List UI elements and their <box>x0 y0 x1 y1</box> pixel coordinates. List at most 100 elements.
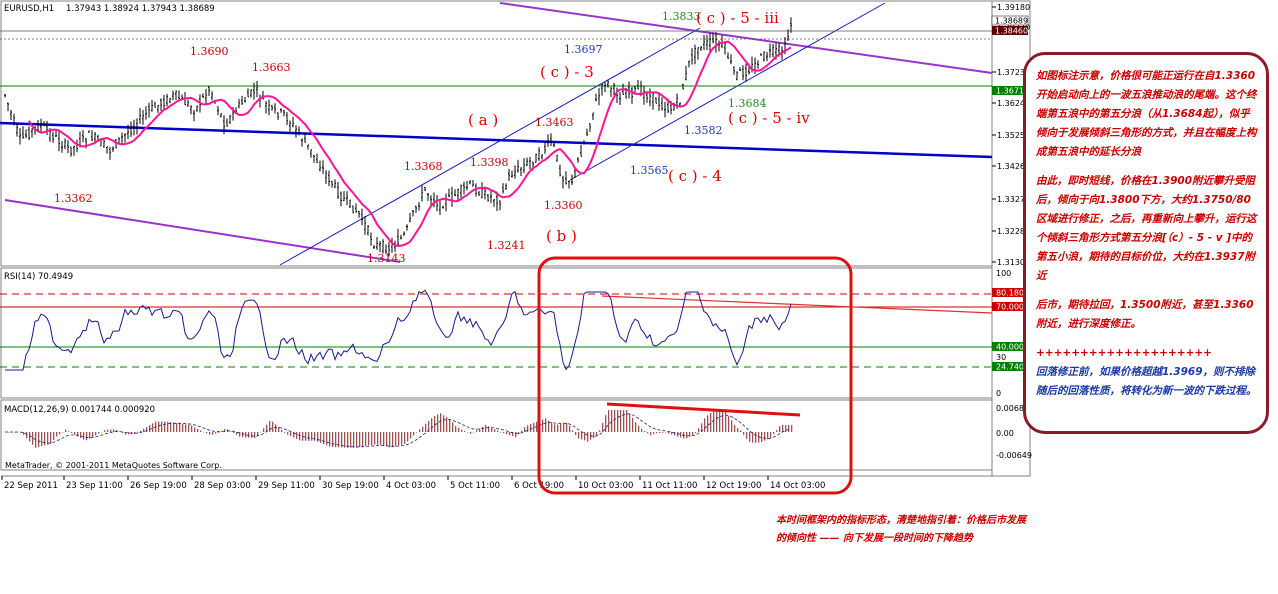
macd-bar <box>761 432 763 443</box>
macd-bar <box>281 430 283 432</box>
macd-bar <box>635 422 637 432</box>
macd-bar <box>149 425 151 432</box>
macd-bar <box>365 432 367 446</box>
price-panel <box>0 0 993 267</box>
macd-bar <box>461 429 463 432</box>
macd-bar <box>53 432 55 440</box>
macd-bar <box>647 432 649 434</box>
macd-bar <box>29 432 31 442</box>
macd-bar <box>101 431 103 433</box>
macd-bar <box>329 432 331 447</box>
macd-bar <box>644 430 646 432</box>
macd-bar <box>680 432 682 438</box>
macd-bar <box>389 432 391 448</box>
macd-bar <box>326 432 328 446</box>
macd-bar <box>572 430 574 432</box>
macd-bar <box>368 432 370 446</box>
label-1-3690: 1.3690 <box>190 45 229 58</box>
macd-bar <box>212 432 214 435</box>
macd-bar <box>185 424 187 432</box>
analysis-note-box: 如图标注示意，价格很可能正运行在自1.3360开始启动向上的一波五浪推动浪的尾端… <box>1023 52 1269 434</box>
macd-bar <box>98 432 100 434</box>
macd-bar <box>458 427 460 432</box>
macd-bar <box>23 432 25 436</box>
macd-bar <box>44 432 46 446</box>
macd-bar <box>452 422 454 432</box>
macd-bar <box>65 429 67 432</box>
macd-bar <box>791 425 793 432</box>
label-1-3362: 1.3362 <box>54 192 93 205</box>
macd-bar <box>752 432 754 443</box>
macd-bar <box>275 424 277 432</box>
macd-bar <box>374 432 376 445</box>
time-axis-labels: 22 Sep 2011 23 Sep 11:00 26 Sep 19:00 28 Se… <box>1 476 825 491</box>
macd-bar <box>650 432 652 436</box>
wave-c5iii-label: ( c ) - 5 - iii <box>696 9 779 27</box>
macd-bar <box>614 410 616 432</box>
label-1-3360: 1.3360 <box>544 199 583 212</box>
macd-bar <box>62 431 64 433</box>
macd-bar <box>638 425 640 432</box>
macd-bar <box>449 419 451 432</box>
macd-bar <box>443 415 445 432</box>
macd-bar <box>671 432 673 435</box>
note-paragraph-1: 如图标注示意，价格很可能正运行在自1.3360开始启动向上的一波五浪推动浪的尾端… <box>1036 70 1257 158</box>
time-tick-label: 28 Sep 03:00 <box>194 481 251 491</box>
macd-bar <box>503 432 505 434</box>
macd-bar <box>224 429 226 432</box>
macd-bar <box>218 432 220 433</box>
macd-tick-zero: 0.00 <box>996 429 1014 438</box>
rsi-label: RSI(14) 70.4949 <box>4 272 73 282</box>
time-tick-label: 4 Oct 03:00 <box>386 481 436 491</box>
macd-bar <box>434 415 436 432</box>
macd-bar <box>755 432 757 443</box>
macd-bar <box>254 432 256 438</box>
macd-bar <box>74 432 76 435</box>
macd-bar <box>659 432 661 434</box>
rsi-tick-0: 0 <box>996 389 1001 398</box>
macd-bar <box>527 425 529 432</box>
macd-bar <box>554 424 556 432</box>
wave-a-label: ( a ) <box>468 111 498 129</box>
chart-ohlc: 1.37943 1.38924 1.37943 1.38689 <box>66 4 215 14</box>
label-1-3833: 1.3833 <box>662 10 701 23</box>
macd-bar <box>296 432 298 439</box>
macd-bar <box>383 432 385 446</box>
macd-bar <box>164 421 166 432</box>
macd-bar <box>242 432 244 438</box>
macd-bar <box>335 432 337 448</box>
macd-bar <box>737 428 739 432</box>
macd-bar <box>26 432 28 439</box>
macd-bar <box>767 432 769 440</box>
macd-bar <box>575 432 577 436</box>
macd-bar <box>104 430 106 432</box>
macd-bar <box>728 416 730 432</box>
macd-bar <box>332 432 334 447</box>
macd-bar <box>653 432 655 435</box>
macd-bar <box>203 431 205 433</box>
macd-bar <box>608 410 610 432</box>
macd-bar <box>317 432 319 442</box>
macd-bar <box>677 432 679 437</box>
macd-bar <box>344 432 346 448</box>
macd-bar <box>485 425 487 432</box>
macd-bar <box>182 423 184 432</box>
macd-bar <box>263 428 265 432</box>
macd-bar <box>377 432 379 445</box>
macd-bar <box>233 432 235 434</box>
rsi-tick-100: 100 <box>996 269 1011 278</box>
macd-bar <box>356 432 358 448</box>
macd-bar <box>467 432 469 433</box>
macd-bar <box>32 432 34 445</box>
macd-bar <box>560 423 562 432</box>
current-price-tag: 1.38689 <box>995 17 1028 26</box>
macd-bar <box>359 432 361 448</box>
rsi-tick-30: 30 <box>996 353 1006 362</box>
macd-bar <box>260 431 262 433</box>
macd-bar <box>173 422 175 432</box>
note-paragraph-4: 回落修正前，如果价格超越1.3969，则不排除随后的回落性质，将转化为新一波的下… <box>1036 366 1257 397</box>
macd-bar <box>194 427 196 432</box>
macd-bar <box>311 432 313 441</box>
macd-bar <box>719 410 721 432</box>
macd-bar <box>656 432 658 434</box>
